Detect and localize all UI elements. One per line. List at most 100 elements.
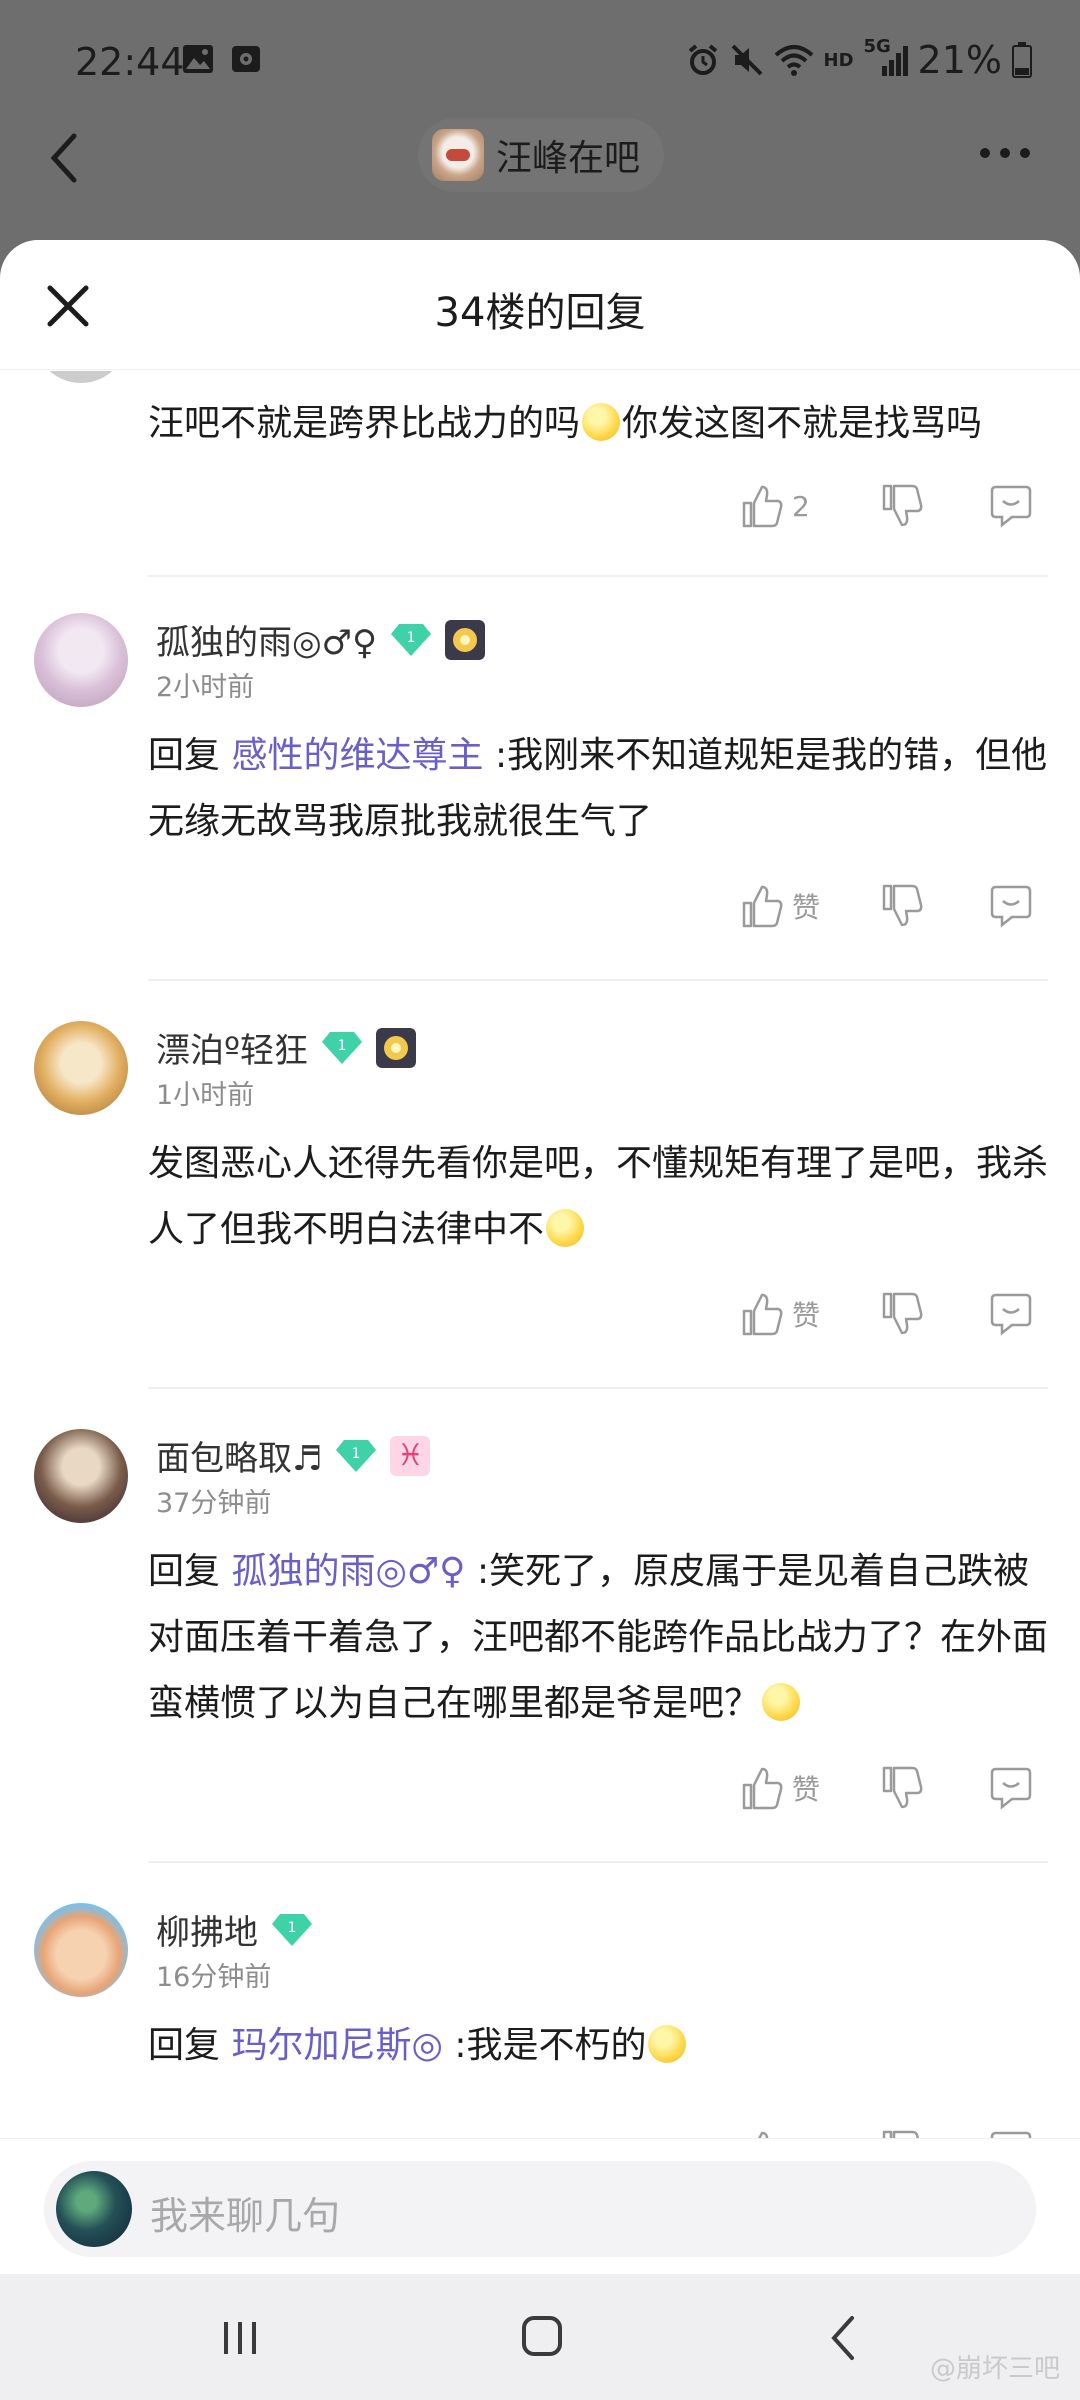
timestamp: 37分钟前 — [156, 1488, 272, 1519]
media-icon — [232, 46, 260, 72]
comment-text: 回复 玛尔加尼斯◎ :我是不朽的 — [148, 2013, 1048, 2079]
avatar[interactable] — [34, 1429, 128, 1523]
comment-text: 回复 孤独的雨◎♂♀ :笑死了，原皮属于是见着自己跌被对面压着干着急了，汪吧都不… — [148, 1539, 1048, 1737]
comment-input-bar: 我来聊几句 — [0, 2138, 1080, 2268]
reply-prefix: 回复 — [148, 735, 221, 776]
gem-level-icon: 1 — [272, 1913, 312, 1946]
thumbs-up-icon — [742, 1767, 783, 1810]
dislike-button[interactable] — [880, 883, 926, 929]
recent-apps-icon[interactable] — [220, 2318, 260, 2358]
like-button[interactable]: 赞 — [740, 1765, 842, 1811]
comment-input[interactable]: 我来聊几句 — [44, 2161, 1036, 2257]
zodiac-pisces-icon: ♓ — [390, 1435, 431, 1476]
mute-icon — [731, 44, 762, 76]
username[interactable]: 面包略取♬ — [156, 1431, 322, 1480]
status-bar: 22:44 HD 5G 21% — [0, 0, 1080, 120]
reply-prefix: 回复 — [148, 1551, 221, 1592]
divider — [148, 575, 1048, 577]
mention-link[interactable]: 感性的维达尊主 — [231, 735, 483, 776]
replies-sheet: 34楼的回复 汪吧不就是跨界比战力的吗 你发这图不就是找骂吗 2 孤独的雨◎♂♀… — [0, 240, 1080, 2400]
divider — [148, 1387, 1048, 1389]
thumbs-down-icon — [882, 1292, 923, 1335]
top-nav: 汪峰在吧 — [0, 110, 1080, 200]
comment-actions: 赞 — [740, 1765, 1032, 1811]
status-time: 22:44 — [75, 40, 185, 84]
like-count: 2 — [792, 489, 810, 523]
like-count: 赞 — [792, 1299, 821, 1332]
timestamp: 2小时前 — [156, 672, 255, 703]
input-placeholder: 我来聊几句 — [150, 2194, 341, 2238]
username-row: 面包略取♬ 1 ♓ — [156, 1431, 431, 1480]
thumbs-up-icon — [742, 485, 783, 528]
bar-name: 汪峰在吧 — [496, 138, 641, 179]
reply-prefix: 回复 — [148, 2025, 221, 2066]
divider — [148, 979, 1048, 981]
sheet-header: 34楼的回复 — [0, 240, 1080, 370]
comment-actions: 赞 — [740, 883, 1032, 929]
more-dots-icon[interactable] — [980, 138, 1040, 168]
like-button[interactable]: 2 — [740, 483, 842, 529]
alarm-icon — [688, 44, 717, 75]
comment-text: 汪吧不就是跨界比战力的吗 你发这图不就是找骂吗 — [148, 391, 1048, 457]
gem-level-icon: 1 — [391, 623, 432, 656]
bar-pill[interactable]: 汪峰在吧 — [418, 118, 664, 192]
back-icon[interactable] — [826, 2314, 860, 2362]
system-nav-bar: @崩坏三吧 — [0, 2274, 1080, 2400]
avatar[interactable] — [34, 1021, 128, 1115]
gem-level: 1 — [407, 630, 416, 646]
dislike-button[interactable] — [880, 483, 926, 529]
username-row: 孤独的雨◎♂♀ 1 — [156, 615, 486, 664]
battery-percent: 21% — [917, 38, 1002, 82]
avatar[interactable] — [34, 613, 128, 707]
my-avatar — [56, 2171, 132, 2247]
username[interactable]: 漂泊º轻狂 — [156, 1023, 308, 1072]
comment-bubble-icon — [990, 1293, 1032, 1336]
dislike-button[interactable] — [880, 1765, 926, 1811]
gem-level-icon: 1 — [322, 1031, 363, 1064]
bar-avatar — [432, 129, 484, 181]
hug-emoji-icon — [546, 1209, 585, 1247]
comment-body: :我是不朽的 — [454, 2025, 647, 2066]
thumbs-down-icon — [882, 484, 923, 527]
avatar[interactable] — [34, 1903, 128, 1997]
like-button[interactable]: 赞 — [740, 883, 842, 929]
comment-text-part: 汪吧不就是跨界比战力的吗 — [148, 403, 581, 444]
reply-button[interactable] — [988, 1291, 1034, 1337]
gallery-icon — [183, 45, 213, 73]
chevron-left-icon[interactable] — [44, 128, 84, 188]
comment-text-part: 你发这图不就是找骂吗 — [622, 403, 983, 444]
mention-link[interactable]: 玛尔加尼斯◎ — [231, 2025, 442, 2066]
avatar[interactable] — [34, 371, 128, 383]
member-badge-icon — [376, 1027, 417, 1068]
timestamp: 1小时前 — [156, 1080, 255, 1111]
comment-text: 发图恶心人还得先看你是吧，不懂规矩有理了是吧，我杀人了但我不明白法律中不 — [148, 1131, 1048, 1263]
username[interactable]: 柳拂地 — [156, 1905, 258, 1954]
thumbs-down-icon — [882, 1766, 923, 1809]
comment-bubble-icon — [990, 885, 1032, 928]
mention-link[interactable]: 孤独的雨◎♂♀ — [231, 1551, 465, 1592]
gem-level: 1 — [352, 1446, 361, 1462]
comment-list[interactable]: 汪吧不就是跨界比战力的吗 你发这图不就是找骂吗 2 孤独的雨◎♂♀ 1 2小时前… — [0, 371, 1080, 2201]
status-right-group: HD 5G 21% — [686, 36, 1032, 82]
username[interactable]: 孤独的雨◎♂♀ — [156, 615, 377, 664]
grin-emoji-icon — [762, 1683, 801, 1721]
thumbs-down-icon — [882, 884, 923, 927]
thinking-emoji-icon — [582, 403, 621, 441]
comment-text: 回复 感性的维达尊主 :我刚来不知道规矩是我的错，但他无缘无故骂我原批我就很生气… — [148, 723, 1048, 855]
watermark: @崩坏三吧 — [929, 2354, 1060, 2384]
network-hd: HD — [823, 49, 854, 71]
comment-actions: 2 — [740, 483, 1032, 529]
reply-button[interactable] — [988, 483, 1034, 529]
like-button[interactable]: 赞 — [740, 1291, 842, 1337]
dislike-button[interactable] — [880, 1291, 926, 1337]
reply-button[interactable] — [988, 1765, 1034, 1811]
gem-level: 1 — [288, 1920, 297, 1936]
home-icon[interactable] — [520, 2314, 564, 2358]
gem-level: 1 — [338, 1038, 347, 1054]
comment-bubble-icon — [990, 1767, 1032, 1810]
gem-level-icon: 1 — [336, 1439, 377, 1472]
comment-actions: 赞 — [740, 1291, 1032, 1337]
signal-icon: 5G — [864, 36, 908, 78]
thumbs-up-icon — [742, 1293, 783, 1336]
reply-button[interactable] — [988, 883, 1034, 929]
